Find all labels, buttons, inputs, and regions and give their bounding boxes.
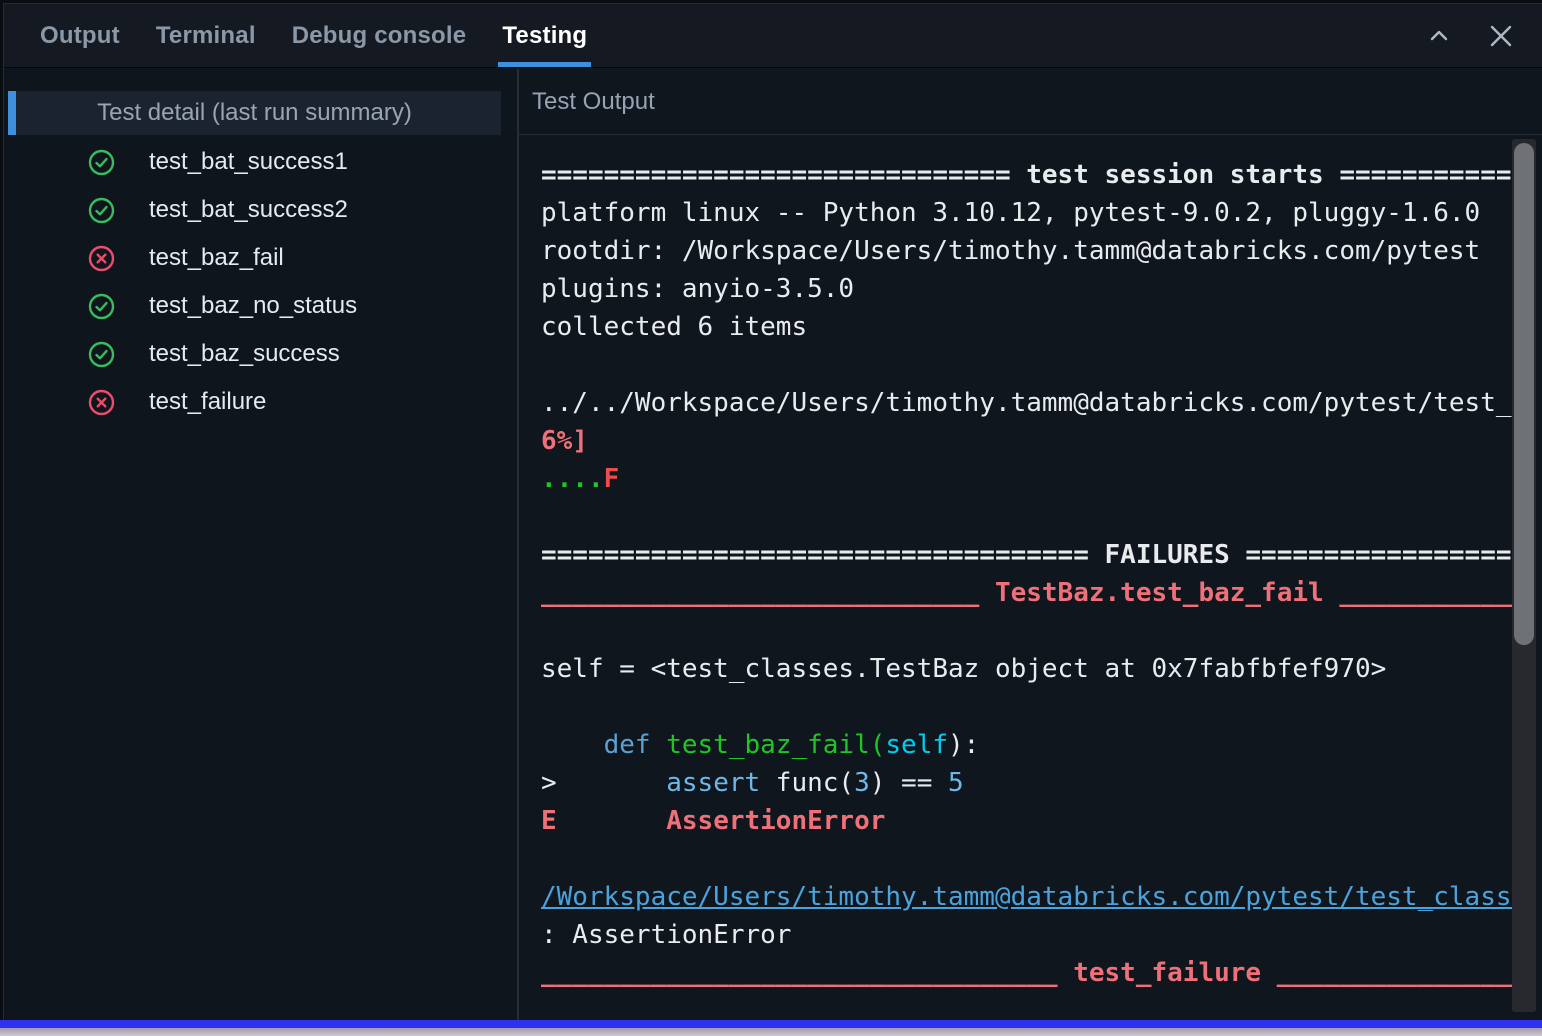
test-item-test-baz-success[interactable]: test_baz_success (4, 330, 517, 378)
test-failed-icon (88, 245, 132, 272)
output-text-segment: > (541, 768, 667, 798)
test-item-test-failure[interactable]: test_failure (4, 378, 517, 426)
page-background-strip (0, 1028, 1542, 1036)
test-list: test_bat_success1 test_bat_success2 test_b… (4, 138, 517, 426)
test-sidebar: Test detail (last run summary) test_bat_… (4, 69, 517, 1020)
output-line: _________________________________ test_f… (541, 954, 1512, 992)
close-icon[interactable] (1484, 19, 1518, 53)
tab-output[interactable]: Output (38, 4, 122, 67)
output-line: plugins: anyio-3.5.0 (541, 270, 1512, 308)
test-passed-icon (88, 197, 132, 224)
output-text-segment: 3 (854, 768, 870, 798)
output-line: E AssertionError (541, 802, 1512, 840)
output-text-segment: =================================== FAIL… (541, 540, 1512, 570)
output-text-segment: ../../Workspace/Users/timothy.tamm@datab… (541, 388, 1512, 418)
output-text-segment: func( (760, 768, 855, 798)
output-line: ============================== test sess… (541, 156, 1512, 194)
test-passed-icon (88, 293, 132, 320)
output-text-segment: collected 6 items (541, 312, 808, 342)
output-text-segment: self = <test_classes.TestBaz object at 0… (541, 654, 1387, 684)
file-link[interactable]: /Workspace/Users/timothy.tamm@databricks… (541, 882, 1512, 912)
output-line: 6%] (541, 422, 1512, 460)
selection-accent-bar (8, 91, 16, 135)
test-name: test_bat_success1 (149, 148, 348, 175)
output-line: : AssertionError (541, 916, 1512, 954)
test-name: test_bat_success2 (149, 196, 348, 223)
tab-terminal[interactable]: Terminal (154, 4, 258, 67)
test-output-header: Test Output (519, 69, 1542, 135)
output-line: ____________________________ TestBaz.tes… (541, 574, 1512, 612)
test-item-test-baz-no-status[interactable]: test_baz_no_status (4, 282, 517, 330)
output-text-segment (541, 730, 604, 760)
test-detail-header-label: Test detail (last run summary) (97, 99, 412, 126)
output-text-segment: _________________________________ test_f… (541, 958, 1512, 988)
test-passed-icon (88, 341, 132, 368)
output-line: =================================== FAIL… (541, 536, 1512, 574)
test-failed-icon (88, 389, 132, 416)
test-detail-header[interactable]: Test detail (last run summary) (8, 91, 501, 135)
output-text-segment: assert (666, 768, 761, 798)
output-text-segment: test_baz_fail( (666, 730, 886, 760)
testing-panel-window: Output Terminal Debug console Testing Test … (0, 0, 1542, 1036)
test-item-test-bat-success2[interactable]: test_bat_success2 (4, 186, 517, 234)
test-output-panel: Test Output ============================… (519, 69, 1542, 1020)
output-text-segment: ) == (869, 768, 949, 798)
output-text-segment: AssertionError (666, 806, 886, 836)
test-output-title: Test Output (532, 87, 655, 115)
tab-testing[interactable]: Testing (498, 4, 592, 67)
panel-focus-border (0, 1020, 1542, 1028)
output-line: /Workspace/Users/timothy.tamm@databricks… (541, 878, 1512, 916)
panel-controls (1422, 4, 1518, 68)
test-passed-icon (88, 149, 132, 176)
test-name: test_baz_fail (149, 244, 284, 271)
output-line: ../../Workspace/Users/timothy.tamm@datab… (541, 384, 1512, 422)
output-text-segment: ============================== test sess… (541, 160, 1512, 190)
output-text-segment: def (603, 730, 651, 760)
output-line: platform linux -- Python 3.10.12, pytest… (541, 194, 1512, 232)
terminal-output: ============================== test sess… (519, 136, 1542, 1020)
output-line: def test_baz_fail(self): (541, 726, 1512, 764)
output-text-segment: 6%] (541, 426, 588, 456)
output-text-segment (557, 806, 667, 836)
tab-debug-console[interactable]: Debug console (290, 4, 469, 67)
output-text-segment: 5 (948, 768, 964, 798)
test-item-test-baz-fail[interactable]: test_baz_fail (4, 234, 517, 282)
panel: Output Terminal Debug console Testing Test … (3, 3, 1542, 1020)
test-item-test-bat-success1[interactable]: test_bat_success1 (4, 138, 517, 186)
vertical-scrollbar-thumb[interactable] (1514, 143, 1534, 645)
output-line: rootdir: /Workspace/Users/timothy.tamm@d… (541, 232, 1512, 270)
output-text-segment: .... (541, 464, 604, 494)
vertical-scrollbar-track[interactable] (1512, 139, 1536, 1012)
output-text-segment: ): (948, 730, 980, 760)
output-text-segment: F (603, 464, 620, 494)
output-line: ....F (541, 460, 1512, 498)
panel-tab-bar: Output Terminal Debug console Testing (4, 4, 1542, 68)
test-name: test_failure (149, 388, 267, 415)
output-text-segment: platform linux -- Python 3.10.12, pytest… (541, 198, 1481, 228)
test-name: test_baz_success (149, 340, 340, 367)
output-text-segment: plugins: anyio-3.5.0 (541, 274, 855, 304)
output-text-segment: : AssertionError (541, 920, 792, 950)
output-text-segment (651, 730, 667, 760)
output-line: self = <test_classes.TestBaz object at 0… (541, 650, 1512, 688)
chevron-up-icon[interactable] (1422, 19, 1456, 53)
output-text-segment: E (541, 806, 557, 836)
output-line: > assert func(3) == 5 (541, 764, 1512, 802)
output-text-segment: ____________________________ TestBaz.tes… (541, 578, 1512, 608)
output-text-segment: self (885, 730, 949, 760)
output-line: collected 6 items (541, 308, 1512, 346)
output-text-segment: rootdir: /Workspace/Users/timothy.tamm@d… (541, 236, 1481, 266)
test-name: test_baz_no_status (149, 292, 358, 319)
